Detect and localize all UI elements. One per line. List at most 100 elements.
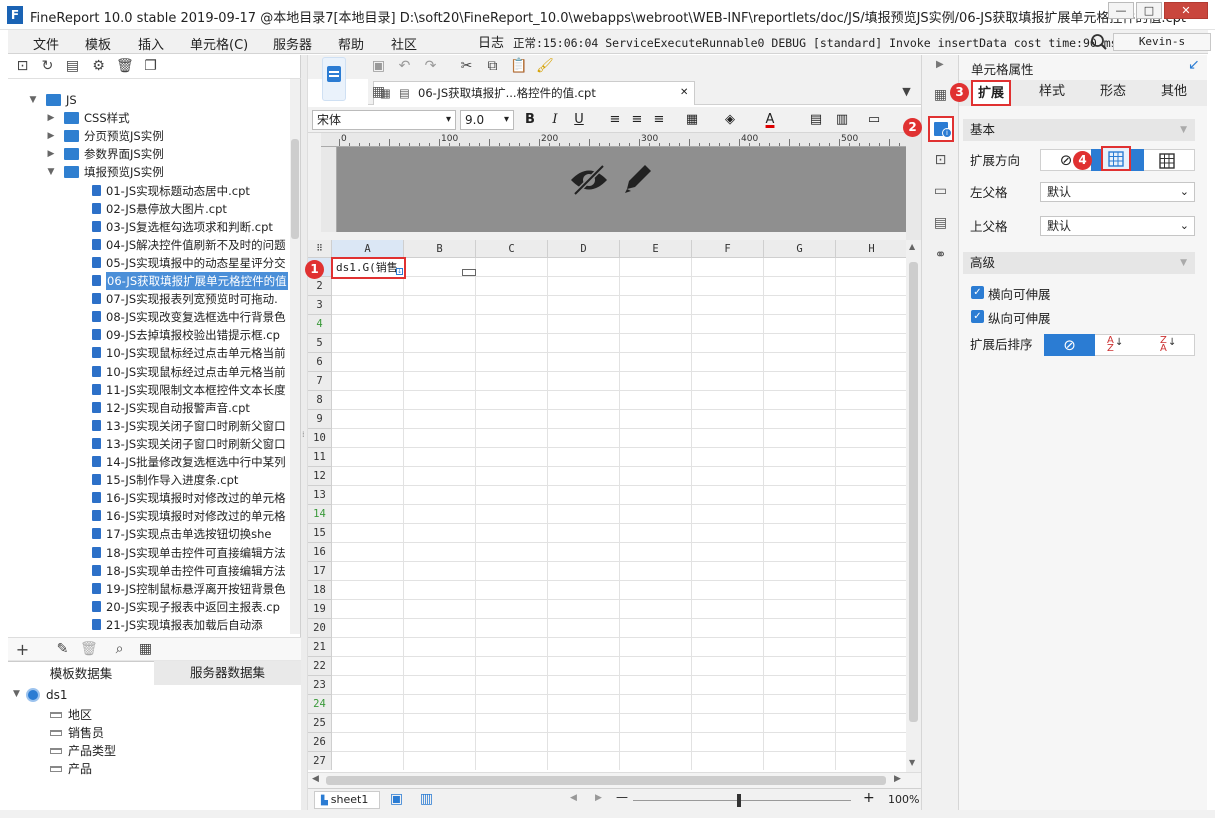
- section-basic[interactable]: 基本 ▼: [963, 119, 1195, 141]
- font-color-icon[interactable]: A: [760, 110, 780, 130]
- tab-menu-icon[interactable]: ▼: [898, 83, 915, 100]
- tree-file[interactable]: 21-JS实现填报表加载后自动添: [8, 616, 301, 634]
- tree-file[interactable]: 06-JS获取填报扩展单元格控件的值: [8, 272, 301, 290]
- search-icon[interactable]: [1090, 33, 1108, 51]
- dataset-field[interactable]: 产品类型: [68, 742, 116, 759]
- row-header[interactable]: 10: [308, 429, 332, 448]
- dataset-field[interactable]: 地区: [68, 706, 92, 723]
- font-size-select[interactable]: 9.0 ▾: [460, 110, 514, 130]
- chevron-right-icon[interactable]: ▶: [46, 145, 56, 163]
- tree-scrollbar[interactable]: [290, 79, 300, 634]
- tab-server-dataset[interactable]: 服务器数据集: [154, 661, 301, 685]
- template-type-icon[interactable]: [322, 57, 346, 101]
- grid-vscrollbar[interactable]: ▲ ▼: [906, 240, 921, 772]
- settings-icon[interactable]: ⚙: [90, 58, 107, 75]
- preview-dataset-icon[interactable]: ⌕: [111, 641, 128, 658]
- column-header[interactable]: B: [404, 240, 476, 258]
- grid-hscrollbar[interactable]: ◀ ▶: [308, 772, 921, 788]
- cell-attribute-button[interactable]: i: [928, 116, 954, 142]
- chevron-down-icon[interactable]: ▼: [46, 163, 56, 181]
- float-element-icon[interactable]: ⊡: [932, 152, 949, 169]
- sheet-tab[interactable]: ▙ sheet1: [314, 791, 380, 809]
- tree-file[interactable]: 14-JS批量修改复选框选中行中某列: [8, 453, 301, 471]
- row-header[interactable]: 7: [308, 372, 332, 391]
- sheet-grid-icon[interactable]: ▦: [370, 84, 387, 101]
- row-header[interactable]: 6: [308, 353, 332, 372]
- tab-other[interactable]: 其他: [1154, 80, 1194, 106]
- next-sheet-icon[interactable]: ▶: [595, 793, 602, 803]
- delete-icon[interactable]: 🗑: [116, 58, 134, 75]
- align-center-icon[interactable]: ≡: [627, 110, 647, 130]
- tree-file[interactable]: 20-JS实现子报表中返回主报表.cp: [8, 598, 301, 616]
- row-header[interactable]: 21: [308, 638, 332, 657]
- row-header[interactable]: 26: [308, 733, 332, 752]
- underline-button[interactable]: U: [569, 110, 589, 130]
- tree-file[interactable]: 04-JS解决控件值刷新不及时的问题: [8, 236, 301, 254]
- open-icon[interactable]: ▤: [64, 58, 81, 75]
- column-header[interactable]: G: [764, 240, 836, 258]
- column-header[interactable]: F: [692, 240, 764, 258]
- tree-folder[interactable]: ▶ 参数界面JS实例: [8, 145, 301, 163]
- row-header[interactable]: 24: [308, 695, 332, 714]
- row-header[interactable]: 27: [308, 752, 332, 770]
- pin-icon[interactable]: ↙: [1188, 57, 1200, 73]
- redo-icon[interactable]: ↷: [422, 58, 439, 75]
- row-header[interactable]: 17: [308, 562, 332, 581]
- tree-file[interactable]: 11-JS实现限制文本框控件文本长度: [8, 381, 301, 399]
- tree-file[interactable]: 15-JS制作导入进度条.cpt: [8, 471, 301, 489]
- tree-file[interactable]: 16-JS实现填报时对修改过的单元格: [8, 489, 301, 507]
- zoom-out-button[interactable]: —: [616, 790, 628, 804]
- left-parent-select[interactable]: 默认 ⌄: [1040, 182, 1195, 202]
- select-all-corner[interactable]: ⠿: [308, 240, 332, 258]
- tree-file[interactable]: 12-JS实现自动报警声音.cpt: [8, 399, 301, 417]
- row-header[interactable]: 11: [308, 448, 332, 467]
- tree-file[interactable]: 18-JS实现单击控件可直接编辑方法: [8, 544, 301, 562]
- refresh-icon[interactable]: ↻: [39, 58, 56, 75]
- row-header[interactable]: 4: [308, 315, 332, 334]
- vertical-expand-button[interactable]: [1091, 146, 1144, 171]
- menu-community[interactable]: 社区: [391, 34, 417, 53]
- horizontal-expand-icon[interactable]: [1159, 153, 1175, 169]
- tab-form[interactable]: 形态: [1093, 80, 1133, 106]
- dataset-field[interactable]: 销售员: [68, 724, 104, 741]
- tree-file[interactable]: 03-JS复选框勾选项求和判断.cpt: [8, 218, 301, 236]
- chevron-down-icon[interactable]: ▼: [13, 689, 20, 699]
- zoom-in-button[interactable]: +: [863, 790, 875, 806]
- hyperlink-icon[interactable]: ⚭: [932, 247, 949, 264]
- row-header[interactable]: 9: [308, 410, 332, 429]
- menu-server[interactable]: 服务器: [273, 34, 312, 53]
- column-header[interactable]: H: [836, 240, 906, 258]
- tree-file[interactable]: 09-JS去掉填报校验出错提示框.cp: [8, 326, 301, 344]
- cell-a1[interactable]: ds1.G(销售: [331, 257, 406, 279]
- sort-ascending-icon[interactable]: A Z ↓: [1107, 336, 1123, 354]
- zoom-slider[interactable]: [633, 800, 851, 801]
- copy-cell-icon[interactable]: ⧉: [484, 58, 501, 75]
- row-header[interactable]: 23: [308, 676, 332, 695]
- new-folder-icon[interactable]: ⊡: [14, 58, 31, 75]
- undo-icon[interactable]: ↶: [396, 58, 413, 75]
- row-header[interactable]: 16: [308, 543, 332, 562]
- italic-button[interactable]: I: [545, 110, 565, 130]
- row-header[interactable]: 22: [308, 657, 332, 676]
- dataset-field[interactable]: 产品: [68, 760, 92, 777]
- widget-settings-icon[interactable]: ▭: [932, 183, 949, 200]
- minimize-button[interactable]: —: [1108, 2, 1134, 19]
- menu-template[interactable]: 模板: [85, 34, 111, 53]
- tree-file[interactable]: 05-JS实现填报中的动态星星评分交: [8, 254, 301, 272]
- cut-icon[interactable]: ✂: [458, 58, 475, 75]
- tree-file[interactable]: 02-JS悬停放大图片.cpt: [8, 200, 301, 218]
- column-header[interactable]: E: [620, 240, 692, 258]
- tab-template-dataset[interactable]: 模板数据集: [8, 661, 154, 685]
- row-header[interactable]: 14: [308, 505, 332, 524]
- h-expand-checkbox[interactable]: ✓: [971, 286, 984, 299]
- add-dataset-icon[interactable]: +: [14, 641, 31, 658]
- format-painter-icon[interactable]: 🖌: [536, 58, 554, 75]
- tree-file[interactable]: 08-JS实现改变复选框选中行背景色: [8, 308, 301, 326]
- pane-splitter[interactable]: ⁞: [301, 55, 308, 810]
- row-header[interactable]: 18: [308, 581, 332, 600]
- chevron-down-icon[interactable]: ▼: [28, 91, 38, 109]
- tree-file[interactable]: 10-JS实现鼠标经过点击单元格当前: [8, 363, 301, 381]
- row-header[interactable]: 8: [308, 391, 332, 410]
- row-header[interactable]: 5: [308, 334, 332, 353]
- tab-expand[interactable]: 扩展: [971, 80, 1011, 106]
